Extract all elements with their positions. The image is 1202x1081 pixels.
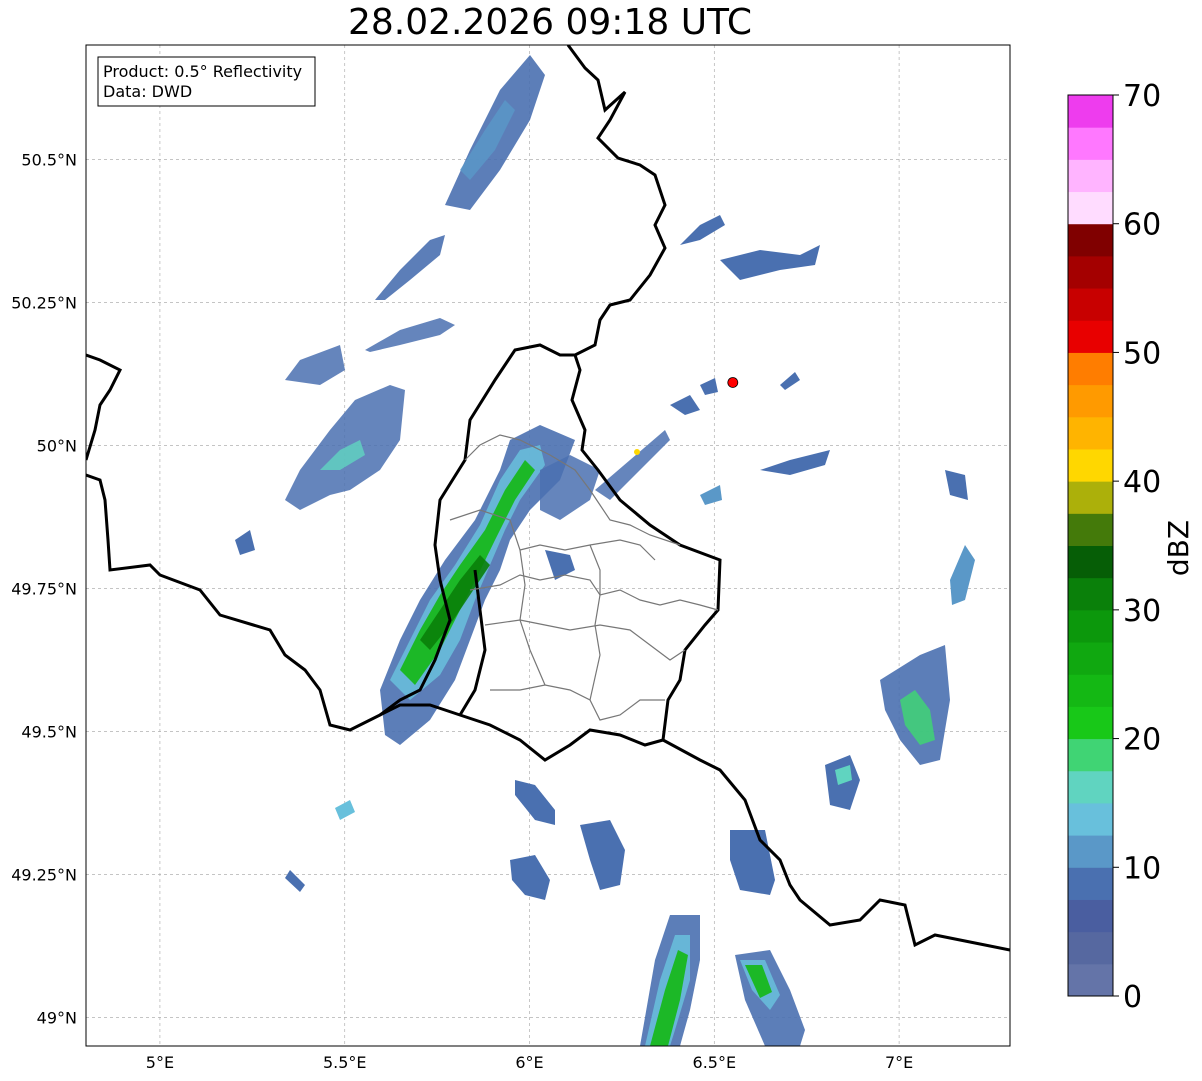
colorbar-segment: [1068, 159, 1113, 193]
colorbar-segment: [1068, 642, 1113, 675]
lon-tick-label: 6.5°E: [693, 1053, 737, 1072]
colorbar-segment: [1068, 802, 1113, 836]
colorbar-tick-label: 40: [1123, 465, 1161, 500]
longitude-ticks: 5°E 5.5°E 6°E 6.5°E 7°E: [146, 1053, 913, 1072]
plot-area: [86, 45, 1010, 1046]
colorbar-segment: [1068, 899, 1113, 933]
colorbar-segment: [1068, 674, 1113, 707]
colorbar-segment: [1068, 835, 1113, 868]
lat-tick-label: 49.75°N: [11, 579, 77, 598]
colorbar-segment: [1068, 706, 1113, 740]
info-data-source: Data: DWD: [103, 82, 192, 101]
colorbar-segment: [1068, 127, 1113, 160]
colorbar-tick-label: 10: [1123, 851, 1161, 886]
colorbar-segment: [1068, 320, 1113, 353]
colorbar-segment: [1068, 191, 1113, 225]
colorbar-segment: [1068, 513, 1113, 546]
lat-tick-label: 49°N: [37, 1008, 77, 1027]
colorbar-segment: [1068, 352, 1113, 386]
colorbar-segment: [1068, 931, 1113, 965]
colorbar-tick-label: 20: [1123, 723, 1161, 758]
colorbar-segment: [1068, 288, 1113, 321]
colorbar-label: dBZ: [1162, 520, 1195, 576]
radar-site-marker: [727, 377, 739, 388]
colorbar-segment: [1068, 255, 1113, 289]
colorbar-segment: [1068, 770, 1113, 804]
colorbar-tick-label: 50: [1123, 336, 1161, 371]
lon-tick-label: 7°E: [885, 1053, 913, 1072]
colorbar-tick-label: 60: [1123, 208, 1161, 243]
lon-tick-label: 6°E: [515, 1053, 543, 1072]
colorbar-segment: [1068, 609, 1113, 643]
lat-tick-label: 49.25°N: [11, 865, 77, 884]
info-product: Product: 0.5° Reflectivity: [103, 62, 302, 81]
lat-tick-label: 50.5°N: [21, 150, 77, 169]
lon-tick-label: 5.5°E: [323, 1053, 367, 1072]
colorbar-segment: [1068, 545, 1113, 579]
colorbar-segment: [1068, 448, 1113, 482]
colorbar-segment: [1068, 481, 1113, 514]
latitude-ticks: 49°N 49.25°N 49.5°N 49.75°N 50°N 50.25°N 50.5°…: [11, 150, 77, 1027]
colorbar-tick-label: 0: [1123, 980, 1142, 1015]
lat-tick-label: 50.25°N: [11, 293, 77, 312]
radar-map-figure: 5°E 5.5°E 6°E 6.5°E 7°E 49°N 49.25°N 49.5°N 49.…: [11, 44, 1195, 1072]
colorbar: 0 10 20 30 40 50 60 70 dBZ: [1067, 79, 1195, 1015]
colorbar-segment: [1068, 223, 1113, 257]
lat-tick-label: 50°N: [37, 436, 77, 455]
colorbar-segment: [1068, 738, 1113, 772]
colorbar-segments: [1068, 95, 1113, 997]
colorbar-tick-label: 30: [1123, 594, 1161, 629]
lon-tick-label: 5°E: [146, 1053, 174, 1072]
colorbar-segment: [1068, 95, 1113, 128]
colorbar-segment: [1068, 577, 1113, 611]
info-box: Product: 0.5° Reflectivity Data: DWD: [97, 56, 316, 107]
colorbar-segment: [1068, 867, 1113, 900]
colorbar-ticks: 0 10 20 30 40 50 60 70: [1113, 79, 1161, 1015]
colorbar-segment: [1068, 416, 1113, 450]
colorbar-segment: [1068, 963, 1113, 997]
lat-tick-label: 49.5°N: [21, 722, 77, 741]
colorbar-tick-label: 70: [1123, 79, 1161, 114]
colorbar-segment: [1068, 384, 1113, 418]
